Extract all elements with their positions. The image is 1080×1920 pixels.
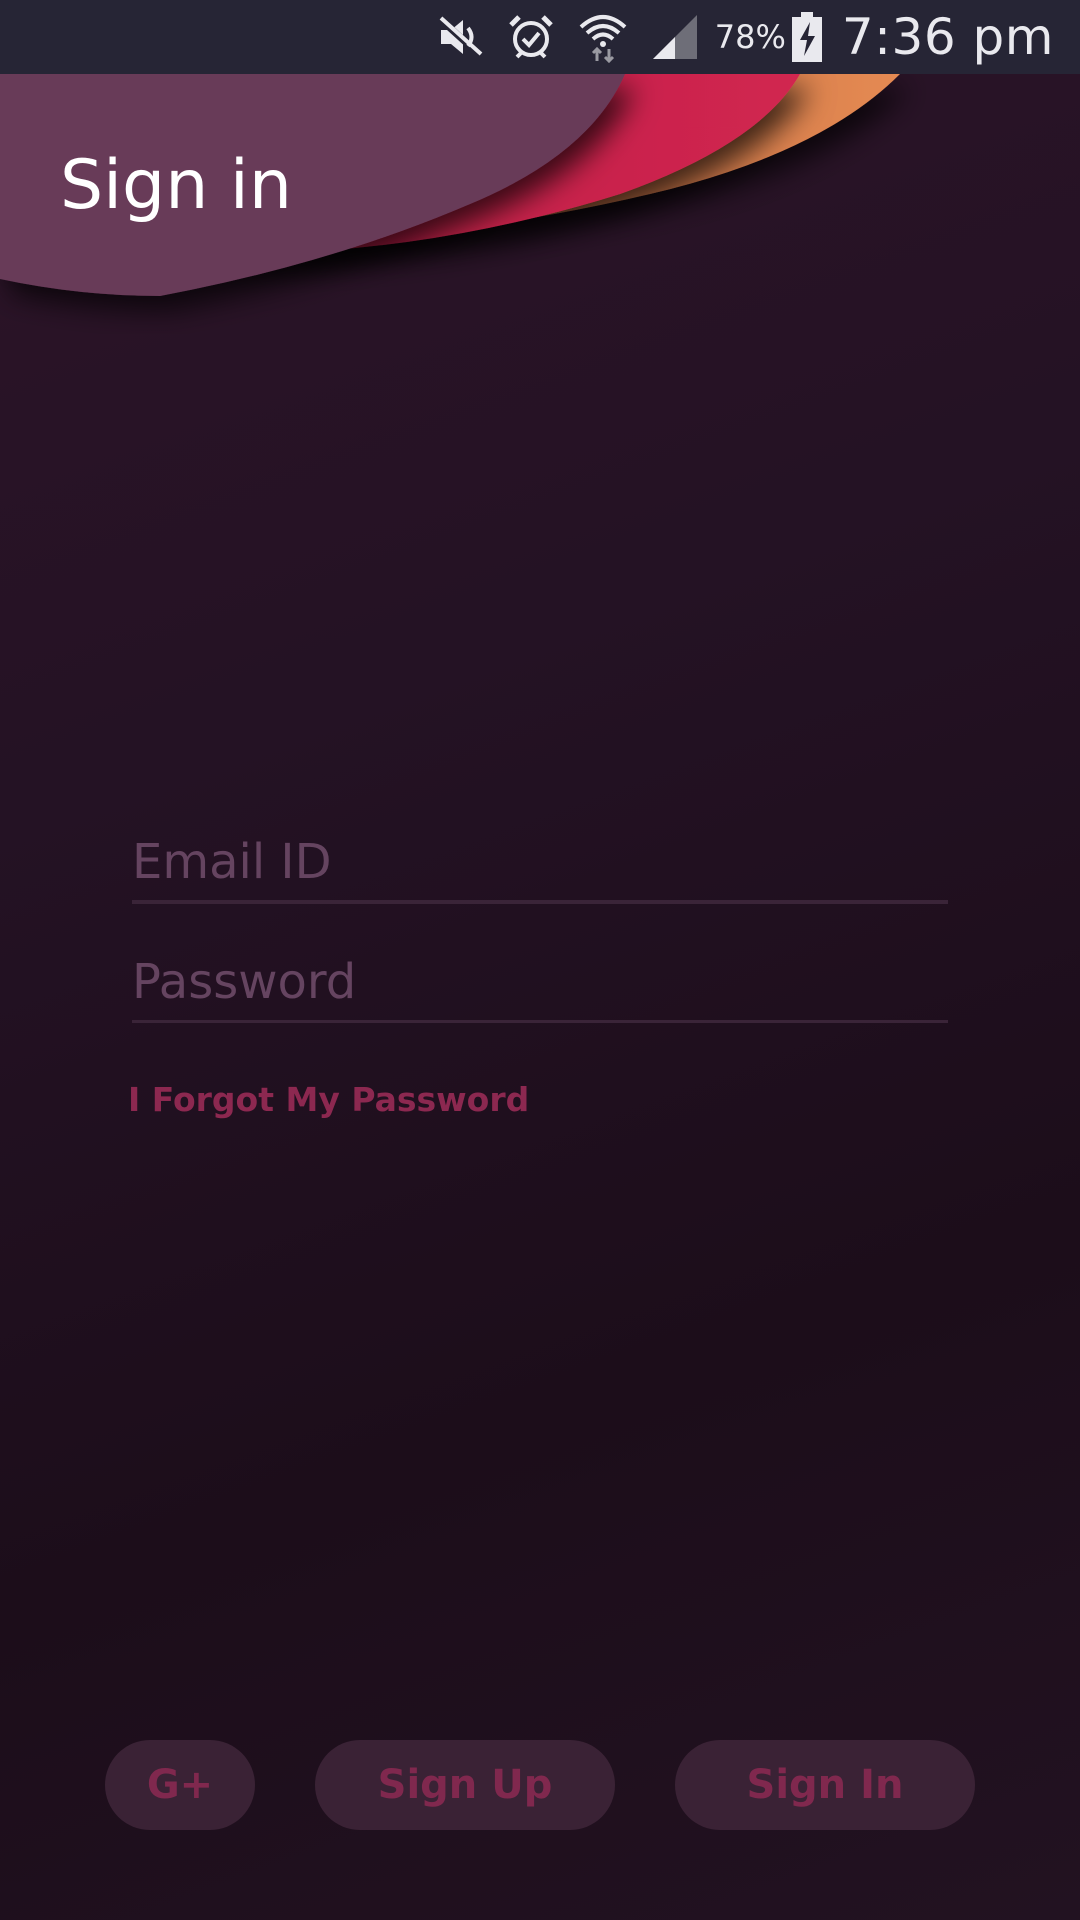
- page-title: Sign in: [60, 146, 292, 225]
- sign-in-screen: 78% 7:36 pm Sign in Email ID I Forgot My…: [0, 0, 1080, 1920]
- status-icons: 78% 7:36 pm: [413, 0, 1054, 74]
- password-input[interactable]: [132, 954, 948, 1010]
- forgot-password-link[interactable]: I Forgot My Password: [128, 1080, 529, 1119]
- clock-time: 7:36 pm: [841, 8, 1054, 66]
- alarm-icon: [507, 13, 555, 61]
- email-input[interactable]: [132, 834, 948, 890]
- battery-percent: 78%: [714, 18, 786, 56]
- google-plus-button[interactable]: G+: [105, 1740, 255, 1830]
- battery-charging-icon: [791, 12, 822, 62]
- sign-in-button[interactable]: Sign In: [675, 1740, 975, 1830]
- signal-icon: [651, 13, 701, 61]
- email-field-container: [132, 820, 948, 904]
- mute-icon: [435, 14, 485, 60]
- wifi-icon: [577, 11, 629, 63]
- status-bar: 78% 7:36 pm: [0, 0, 1080, 74]
- sign-up-button[interactable]: Sign Up: [315, 1740, 615, 1830]
- password-field-container: [132, 940, 948, 1023]
